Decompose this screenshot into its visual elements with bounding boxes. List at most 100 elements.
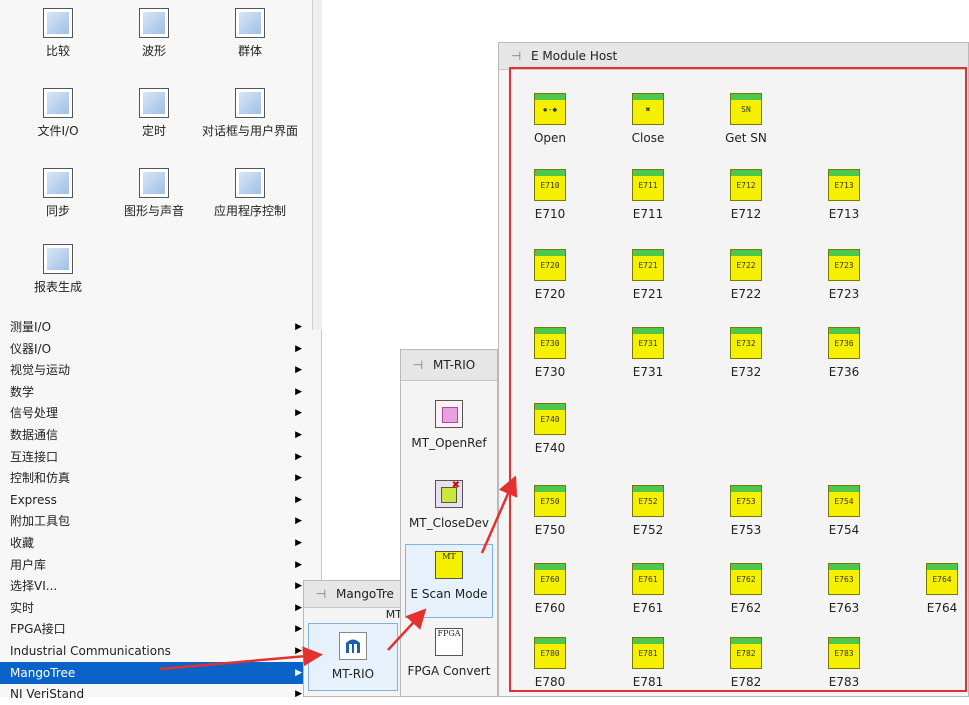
palette-item-label: 同步	[45, 204, 70, 218]
palette-item[interactable]: 比较	[10, 8, 106, 86]
palette-category-item[interactable]: 控制和仿真 ▶	[10, 467, 306, 489]
e-module-item[interactable]: E732 E732	[697, 327, 795, 379]
palette-category-item[interactable]: 数据通信 ▶	[10, 424, 306, 446]
e-module-item[interactable]: E730 E730	[501, 327, 599, 379]
pin-icon[interactable]: ⊣	[411, 358, 425, 372]
palette-category-item[interactable]: 用户库 ▶	[10, 554, 306, 576]
palette-category-item[interactable]: 数学 ▶	[10, 381, 306, 403]
e-module-item[interactable]: E764 E764	[893, 563, 969, 615]
module-vi-icon: E732	[730, 327, 762, 359]
e-module-item[interactable]: E740 E740	[501, 403, 599, 455]
palette-category-item[interactable]: Industrial Communications ▶	[10, 640, 306, 662]
e-module-item[interactable]: E762 E762	[697, 563, 795, 615]
e-module-item[interactable]: E722 E722	[697, 249, 795, 301]
e-module-host-titlebar[interactable]: ⊣ E Module Host	[499, 43, 968, 70]
module-icon-code: E781	[638, 649, 658, 658]
e-module-item[interactable]: E781 E781	[599, 637, 697, 689]
pin-icon[interactable]: ⊣	[314, 587, 328, 601]
palette-item[interactable]: 波形	[106, 8, 202, 86]
module-label: E731	[632, 365, 664, 379]
module-vi-icon: E760	[534, 563, 566, 595]
module-label: E781	[632, 675, 664, 689]
palette-category-item[interactable]: 仪器I/O ▶	[10, 338, 306, 360]
module-icon-code: E754	[834, 497, 854, 506]
pin-icon[interactable]: ⊣	[509, 49, 523, 63]
icon-text: FPGA	[437, 629, 461, 638]
module-label: E730	[534, 365, 566, 379]
mt-rio-palette-item[interactable]: MT-RIO	[308, 623, 398, 691]
e-module-item[interactable]: E736 E736	[795, 327, 893, 379]
palette-category-item[interactable]: NI VeriStand ▶	[10, 683, 306, 705]
e-module-item[interactable]: ✖ Close	[599, 93, 697, 145]
mt-rio-item[interactable]: MT E Scan Mode	[405, 544, 493, 618]
palette-item[interactable]: 对话框与用户界面	[202, 88, 298, 166]
e-module-item[interactable]: E712 E712	[697, 169, 795, 221]
e-module-item[interactable]: E713 E713	[795, 169, 893, 221]
e-module-item[interactable]: E720 E720	[501, 249, 599, 301]
module-label: E762	[730, 601, 762, 615]
e-module-item[interactable]: E783 E783	[795, 637, 893, 689]
palette-item[interactable]: 定时	[106, 88, 202, 166]
module-label: E764	[926, 601, 958, 615]
palette-category-item[interactable]: 互连接口 ▶	[10, 446, 306, 468]
chevron-right-icon: ▶	[295, 494, 302, 505]
palette-category-item[interactable]: 选择VI... ▶	[10, 575, 306, 597]
palette-item[interactable]: 群体	[202, 8, 298, 86]
e-module-item[interactable]: SN Get SN	[697, 93, 795, 145]
e-module-item[interactable]: E710 E710	[501, 169, 599, 221]
palette-category-item[interactable]: 信号处理 ▶	[10, 402, 306, 424]
module-label: E760	[534, 601, 566, 615]
chevron-right-icon: ▶	[295, 689, 302, 700]
module-vi-icon: E780	[534, 637, 566, 669]
e-module-item[interactable]: E731 E731	[599, 327, 697, 379]
module-vi-icon: E781	[632, 637, 664, 669]
module-icon-code: E720	[540, 261, 560, 270]
mt-rio-item[interactable]: MT_OpenRef	[405, 394, 493, 468]
module-label: E713	[828, 207, 860, 221]
module-label: E754	[828, 523, 860, 537]
chevron-right-icon: ▶	[295, 451, 302, 462]
palette-category-item[interactable]: 附加工具包 ▶	[10, 510, 306, 532]
compare-icon	[43, 8, 73, 38]
e-module-item[interactable]: E711 E711	[599, 169, 697, 221]
e-module-item[interactable]: E753 E753	[697, 485, 795, 537]
module-icon-code: ✹-◆	[542, 105, 558, 114]
palette-category-item[interactable]: 视觉与运动 ▶	[10, 359, 306, 381]
palette-category-item[interactable]: 收藏 ▶	[10, 532, 306, 554]
e-module-item[interactable]: E763 E763	[795, 563, 893, 615]
palette-scrollbar[interactable]	[312, 0, 322, 330]
module-icon-code: E723	[834, 261, 854, 270]
palette-category-item[interactable]: 实时 ▶	[10, 597, 306, 619]
palette-item[interactable]: 应用程序控制	[202, 168, 298, 246]
palette-category-label: MangoTree	[10, 665, 76, 680]
mt-rio-item[interactable]: FPGA FPGA Convert	[405, 622, 493, 696]
palette-item[interactable]: 报表生成	[10, 244, 106, 322]
e-module-item[interactable]: E782 E782	[697, 637, 795, 689]
e-module-item[interactable]: E723 E723	[795, 249, 893, 301]
palette-item[interactable]: 文件I/O	[10, 88, 106, 166]
module-label: E782	[730, 675, 762, 689]
e-module-item[interactable]: E752 E752	[599, 485, 697, 537]
module-vi-icon: SN	[730, 93, 762, 125]
e-module-item[interactable]: E754 E754	[795, 485, 893, 537]
open-ref-icon	[435, 400, 463, 428]
palette-category-item[interactable]: Express ▶	[10, 489, 306, 511]
mt-rio-panel-titlebar[interactable]: ⊣ MT-RIO	[401, 350, 497, 381]
palette-category-item[interactable]: FPGA接口 ▶	[10, 618, 306, 640]
e-module-item[interactable]: E761 E761	[599, 563, 697, 615]
palette-item[interactable]: 图形与声音	[106, 168, 202, 246]
palette-category-item[interactable]: MangoTree ▶	[0, 661, 306, 684]
module-vi-icon: E782	[730, 637, 762, 669]
palette-category-item[interactable]: 测量I/O ▶	[10, 316, 306, 338]
mt-rio-item[interactable]: ✖ MT_CloseDev	[405, 474, 493, 548]
palette-item[interactable]: 同步	[10, 168, 106, 246]
mangotree-panel-titlebar[interactable]: ⊣ MangoTre	[304, 581, 406, 608]
e-module-item[interactable]: E721 E721	[599, 249, 697, 301]
e-module-item[interactable]: E760 E760	[501, 563, 599, 615]
e-module-item[interactable]: E780 E780	[501, 637, 599, 689]
module-icon-code: E710	[540, 181, 560, 190]
e-module-item[interactable]: E750 E750	[501, 485, 599, 537]
chevron-right-icon: ▶	[295, 516, 302, 527]
e-module-item[interactable]: ✹-◆ Open	[501, 93, 599, 145]
chevron-right-icon: ▶	[295, 343, 302, 354]
